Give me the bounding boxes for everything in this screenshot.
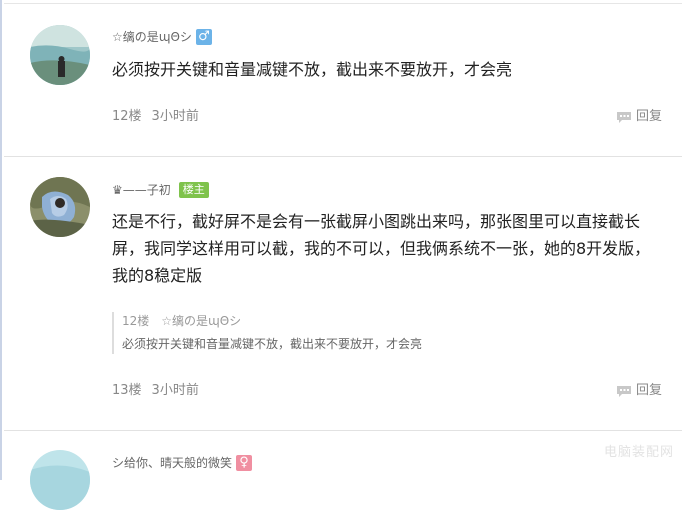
username-text[interactable]: シ给你、晴天般的微笑 — [112, 455, 232, 471]
username[interactable]: ♛——子初 楼主 — [112, 182, 209, 198]
watermark: 电脑装配网 — [603, 445, 674, 460]
username[interactable]: シ给你、晴天般的微笑 ♀ — [112, 455, 253, 471]
reply-icon — [616, 385, 631, 397]
reply-button[interactable]: 回复 — [616, 108, 662, 126]
thread-owner-badge: 楼主 — [178, 182, 209, 198]
left-border — [0, 0, 2, 480]
comment-meta: 13楼 3小时前 — [112, 382, 199, 400]
floor-number: 13楼 — [112, 383, 142, 398]
username-text[interactable]: ♛——子初 — [112, 182, 171, 198]
post-divider — [4, 156, 682, 157]
quote-meta: 12楼 ☆缡の是ɰΘシ — [122, 312, 662, 330]
reply-button[interactable]: 回复 — [616, 382, 662, 400]
quoted-reply: 12楼 ☆缡の是ɰΘシ 必须按开关键和音量减键不放，截出来不要放开，才会亮 — [112, 312, 662, 354]
username-text[interactable]: ☆缡の是ɰΘシ — [112, 29, 192, 45]
floor-number: 12楼 — [112, 109, 142, 124]
top-divider — [4, 3, 682, 4]
quote-floor: 12楼 — [122, 314, 150, 328]
comment-content: 还是不行，截好屏不是会有一张截屏小图跳出来吗，那张图里可以直接截长屏，我同学这样… — [112, 212, 651, 285]
post-time: 3小时前 — [151, 109, 199, 124]
comment-meta: 12楼 3小时前 — [112, 108, 199, 126]
username[interactable]: ☆缡の是ɰΘシ ♂ — [112, 29, 212, 45]
comment-content: 必须按开关键和音量减键不放，截出来不要放开，才会亮 — [112, 60, 513, 79]
male-gender-icon: ♂ — [195, 29, 212, 45]
reply-label[interactable]: 回复 — [636, 108, 662, 126]
reply-label[interactable]: 回复 — [636, 382, 662, 400]
quote-username[interactable]: ☆缡の是ɰΘシ — [161, 314, 241, 328]
avatar[interactable] — [30, 177, 90, 237]
reply-icon — [616, 111, 631, 123]
avatar[interactable] — [30, 450, 90, 510]
avatar[interactable] — [30, 25, 90, 85]
female-gender-icon: ♀ — [236, 455, 253, 471]
post-time: 3小时前 — [151, 383, 199, 398]
post-divider — [4, 430, 682, 431]
quote-text: 必须按开关键和音量减键不放，截出来不要放开，才会亮 — [122, 337, 423, 351]
